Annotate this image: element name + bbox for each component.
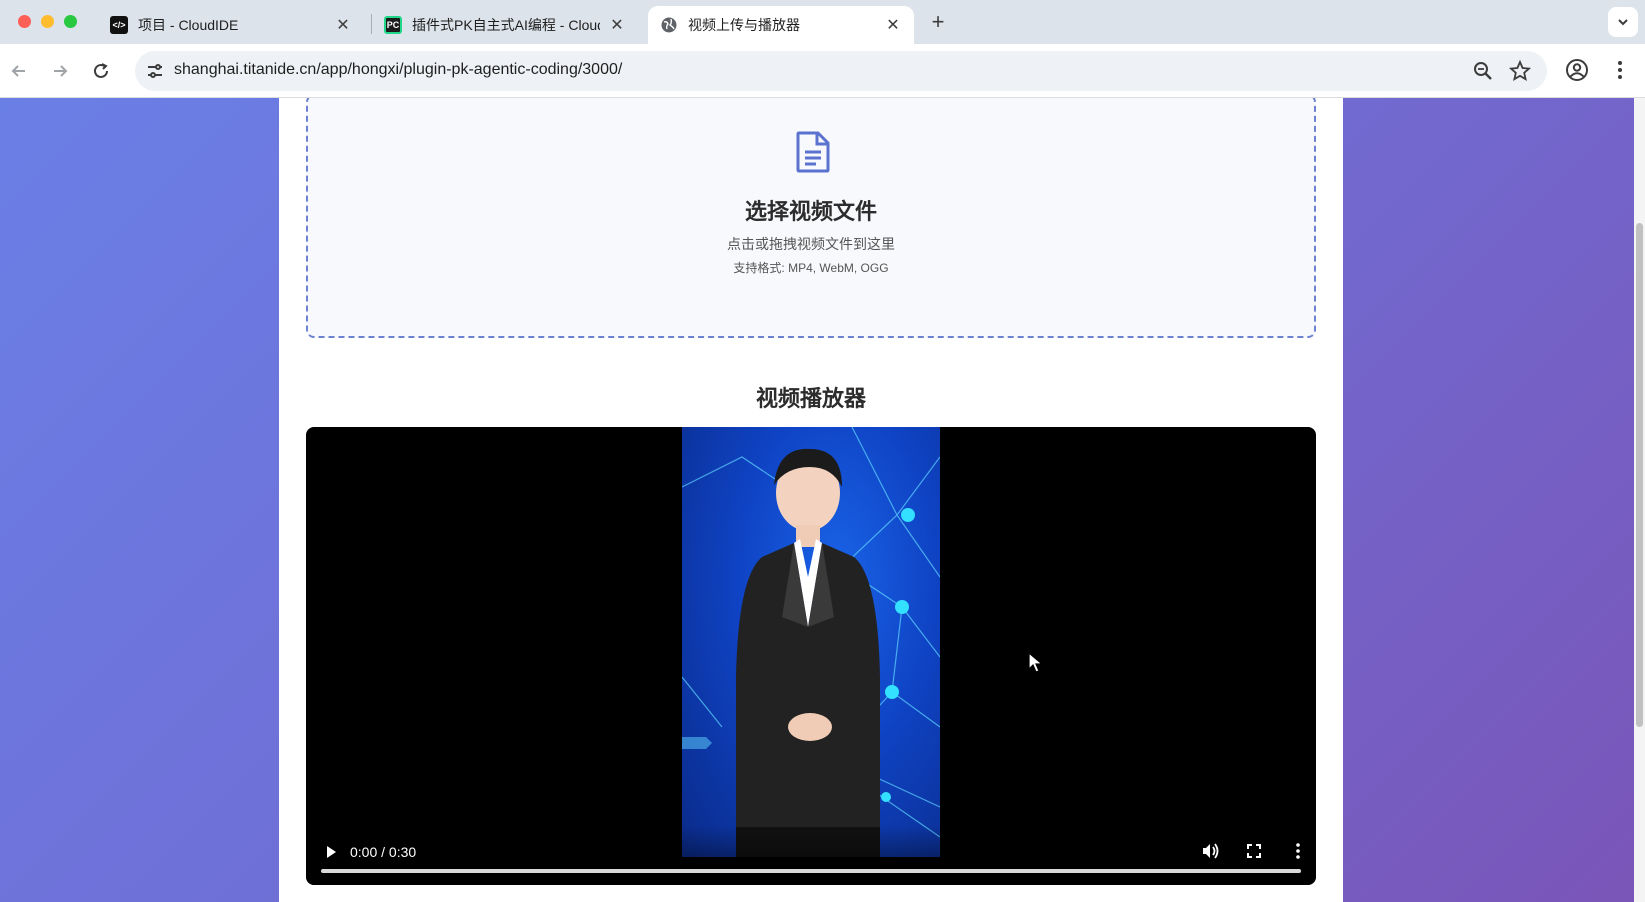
tab-cloudide[interactable]: </> 项目 - CloudIDE ✕ xyxy=(98,6,364,44)
tab-close-button[interactable]: ✕ xyxy=(884,15,902,35)
video-upload-dropzone[interactable]: 选择视频文件 点击或拖拽视频文件到这里 支持格式: MP4, WebM, OGG xyxy=(306,98,1316,338)
tab-search-button[interactable] xyxy=(1608,7,1638,37)
volume-button[interactable] xyxy=(1200,841,1220,866)
video-progress-bar[interactable] xyxy=(321,869,1301,873)
player-title: 视频播放器 xyxy=(755,386,866,411)
reload-button[interactable] xyxy=(87,57,115,85)
address-bar[interactable] xyxy=(135,51,1547,91)
arrow-left-icon xyxy=(11,65,25,77)
url-input[interactable] xyxy=(174,61,1374,79)
pycharm-icon: PC xyxy=(384,16,402,34)
mouse-cursor-icon xyxy=(1028,651,1044,679)
volume-icon xyxy=(1203,843,1219,859)
window-maximize-button[interactable] xyxy=(64,15,77,28)
chevron-down-icon xyxy=(1618,19,1628,26)
main-card: 选择视频文件 点击或拖拽视频文件到这里 支持格式: MP4, WebM, OGG… xyxy=(279,98,1343,902)
back-button[interactable] xyxy=(5,57,33,85)
window-close-button[interactable] xyxy=(18,15,31,28)
video-controls: 0:00 / 0:30 xyxy=(306,825,1316,885)
video-frame xyxy=(682,427,940,857)
document-icon xyxy=(794,130,832,179)
presenter-video-frame-image xyxy=(682,427,940,857)
play-icon xyxy=(327,846,336,858)
tab-plugin-pk[interactable]: PC 插件式PK自主式AI编程 - Cloud ✕ xyxy=(372,6,638,44)
tab-close-button[interactable]: ✕ xyxy=(334,15,352,35)
play-button[interactable] xyxy=(320,841,342,863)
page-background: 选择视频文件 点击或拖拽视频文件到这里 支持格式: MP4, WebM, OGG… xyxy=(0,98,1645,902)
site-settings-icon[interactable] xyxy=(143,59,167,83)
tab-close-button[interactable]: ✕ xyxy=(608,15,626,35)
page-scrollbar[interactable] xyxy=(1634,98,1645,902)
fullscreen-button[interactable] xyxy=(1244,841,1264,866)
window-minimize-button[interactable] xyxy=(41,15,54,28)
scrollbar-thumb[interactable] xyxy=(1636,223,1643,727)
upload-formats: 支持格式: MP4, WebM, OGG xyxy=(733,261,889,275)
bookmark-star-icon[interactable] xyxy=(1508,59,1532,87)
more-menu-icon[interactable] xyxy=(1608,58,1632,87)
profile-icon[interactable] xyxy=(1565,58,1589,87)
video-more-button[interactable] xyxy=(1288,841,1308,866)
code-brackets-icon: </> xyxy=(110,16,128,34)
upload-hint: 点击或拖拽视频文件到这里 xyxy=(727,236,895,252)
tab-video-player[interactable]: 视频上传与播放器 ✕ xyxy=(648,6,914,44)
new-tab-button[interactable]: + xyxy=(924,8,952,36)
playback-time: 0:00 / 0:30 xyxy=(350,844,417,860)
tab-strip: </> 项目 - CloudIDE ✕ PC 插件式PK自主式AI编程 - Cl… xyxy=(0,0,1645,44)
more-vertical-icon xyxy=(1296,843,1300,859)
upload-title: 选择视频文件 xyxy=(744,199,877,224)
fullscreen-icon xyxy=(1247,844,1261,858)
browser-toolbar xyxy=(0,44,1645,98)
arrow-right-icon xyxy=(54,65,68,77)
zoom-icon[interactable] xyxy=(1472,60,1494,87)
reload-icon xyxy=(94,63,108,78)
video-player[interactable]: 0:00 / 0:30 xyxy=(306,427,1316,885)
forward-button[interactable] xyxy=(46,57,74,85)
globe-icon xyxy=(660,16,678,34)
